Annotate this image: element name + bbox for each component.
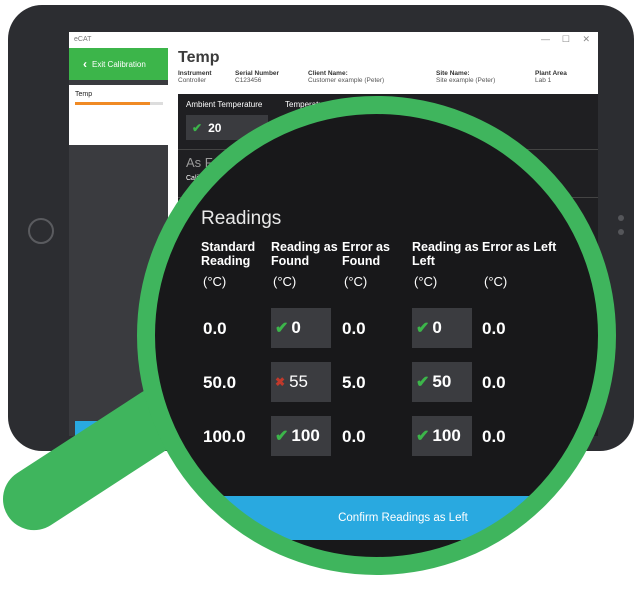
camera-dot-icon xyxy=(618,215,624,221)
client-value: Customer example (Peter) xyxy=(308,77,385,84)
page-title: Temp xyxy=(178,49,220,66)
instrument-value: Controller xyxy=(178,77,207,84)
exit-calibration-button[interactable]: ‹ Exit Calibration xyxy=(69,48,168,80)
magnifier-lens-ring xyxy=(137,96,616,575)
app-title: eCAT xyxy=(74,36,92,43)
sensor-dot-icon xyxy=(618,229,624,235)
client-info: Client Name: Customer example (Peter) xyxy=(308,70,384,84)
minimize-button[interactable]: — xyxy=(541,34,550,44)
serial-value: C123456 xyxy=(235,77,262,84)
sidebar-item-temp[interactable]: Temp xyxy=(69,85,168,145)
site-info: Site Name: Site example (Peter) xyxy=(436,70,495,84)
instrument-label: Instrument xyxy=(178,70,212,77)
progress-fill xyxy=(75,102,150,105)
serial-label: Serial Number xyxy=(235,70,280,77)
site-value: Site example (Peter) xyxy=(436,77,496,84)
window-titlebar: eCAT — ☐ ✕ xyxy=(69,32,598,48)
ambient-temperature-value: 20 xyxy=(208,120,222,135)
ambient-temperature-label: Ambient Temperature xyxy=(186,100,263,109)
chevron-left-icon: ‹ xyxy=(83,57,87,71)
area-label: Plant Area xyxy=(535,70,567,77)
client-label: Client Name: xyxy=(308,70,348,77)
progress-bar xyxy=(75,102,163,105)
sidebar-item-label: Temp xyxy=(75,91,93,98)
area-info: Plant Area Lab 1 xyxy=(535,70,567,84)
serial-info: Serial Number C123456 xyxy=(235,70,279,84)
area-value: Lab 1 xyxy=(535,77,552,84)
close-button[interactable]: ✕ xyxy=(582,34,590,45)
exit-calibration-label: Exit Calibration xyxy=(92,59,146,69)
check-icon: ✔ xyxy=(192,120,203,135)
site-label: Site Name: xyxy=(436,70,470,77)
home-button[interactable] xyxy=(28,218,54,244)
maximize-button[interactable]: ☐ xyxy=(562,34,570,45)
instrument-info: Instrument Controller xyxy=(178,70,212,84)
